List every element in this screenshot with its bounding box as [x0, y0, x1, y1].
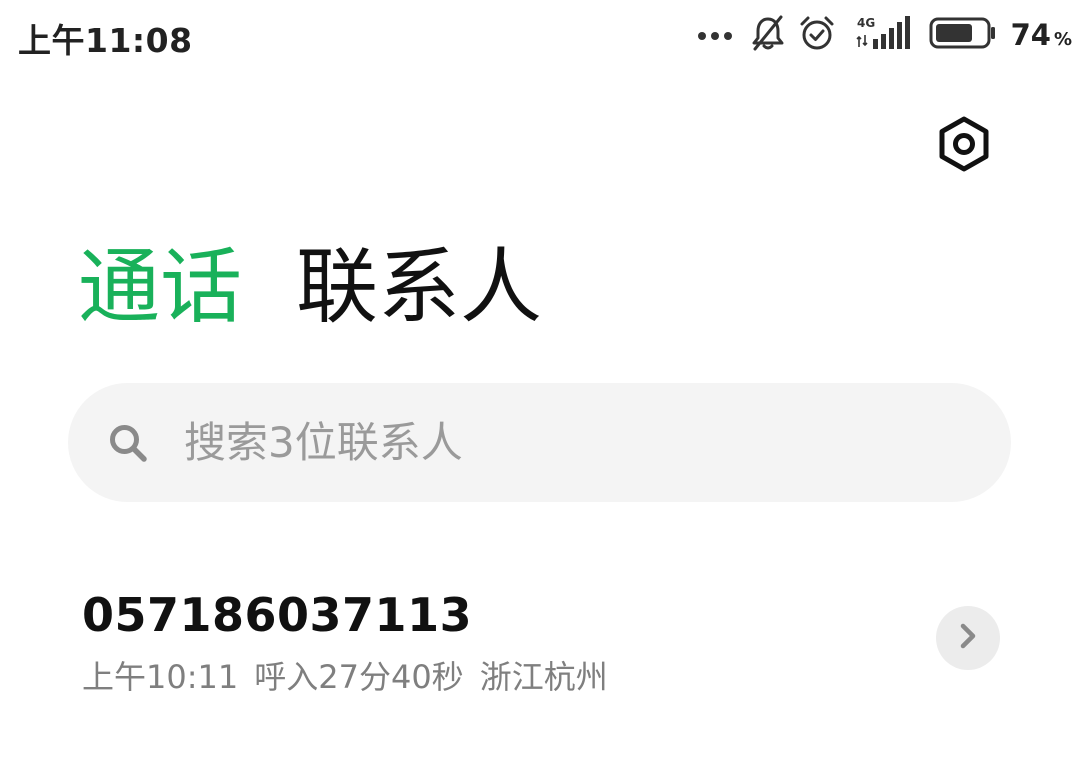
search-icon	[106, 421, 150, 465]
call-meta: 上午10:11 呼入27分40秒 浙江杭州	[82, 652, 624, 698]
battery-percent-sign: %	[1053, 29, 1072, 50]
battery-percent-value: 74	[1010, 18, 1051, 52]
settings-button[interactable]	[934, 116, 994, 176]
tab-calls[interactable]: 通话	[78, 240, 242, 336]
call-detail-button[interactable]	[936, 606, 1000, 670]
call-location: 浙江杭州	[479, 658, 608, 696]
settings-hexagon-icon	[937, 115, 991, 177]
network-type-label: 4G	[857, 16, 875, 30]
call-direction-duration: 呼入27分40秒	[254, 658, 464, 696]
battery-icon	[929, 17, 997, 53]
alarm-icon	[799, 15, 835, 55]
search-bar[interactable]	[68, 383, 1011, 502]
call-log-item[interactable]: 057186037113 上午10:11 呼入27分40秒 浙江杭州	[0, 570, 1080, 710]
battery-percent: 74%	[1011, 18, 1072, 52]
phone-app-screen: 上午11:08 4G 74 % 通话 联系人 搜索3位联系人 057186037…	[0, 0, 1080, 770]
signal-4g-icon: 4G	[855, 15, 913, 55]
main-tabs: 通话 联系人	[78, 240, 542, 336]
search-input[interactable]	[184, 418, 944, 467]
status-time: 上午11:08	[18, 21, 193, 60]
tab-contacts[interactable]: 联系人	[296, 240, 542, 336]
more-dots-icon	[697, 26, 733, 45]
chevron-right-icon	[956, 621, 980, 655]
status-bar: 上午11:08 4G 74 %	[0, 0, 1080, 70]
bell-off-icon	[751, 15, 785, 55]
call-number: 057186037113	[82, 588, 473, 642]
call-time: 上午10:11	[82, 658, 239, 696]
status-icons: 4G 74%	[697, 12, 1072, 58]
